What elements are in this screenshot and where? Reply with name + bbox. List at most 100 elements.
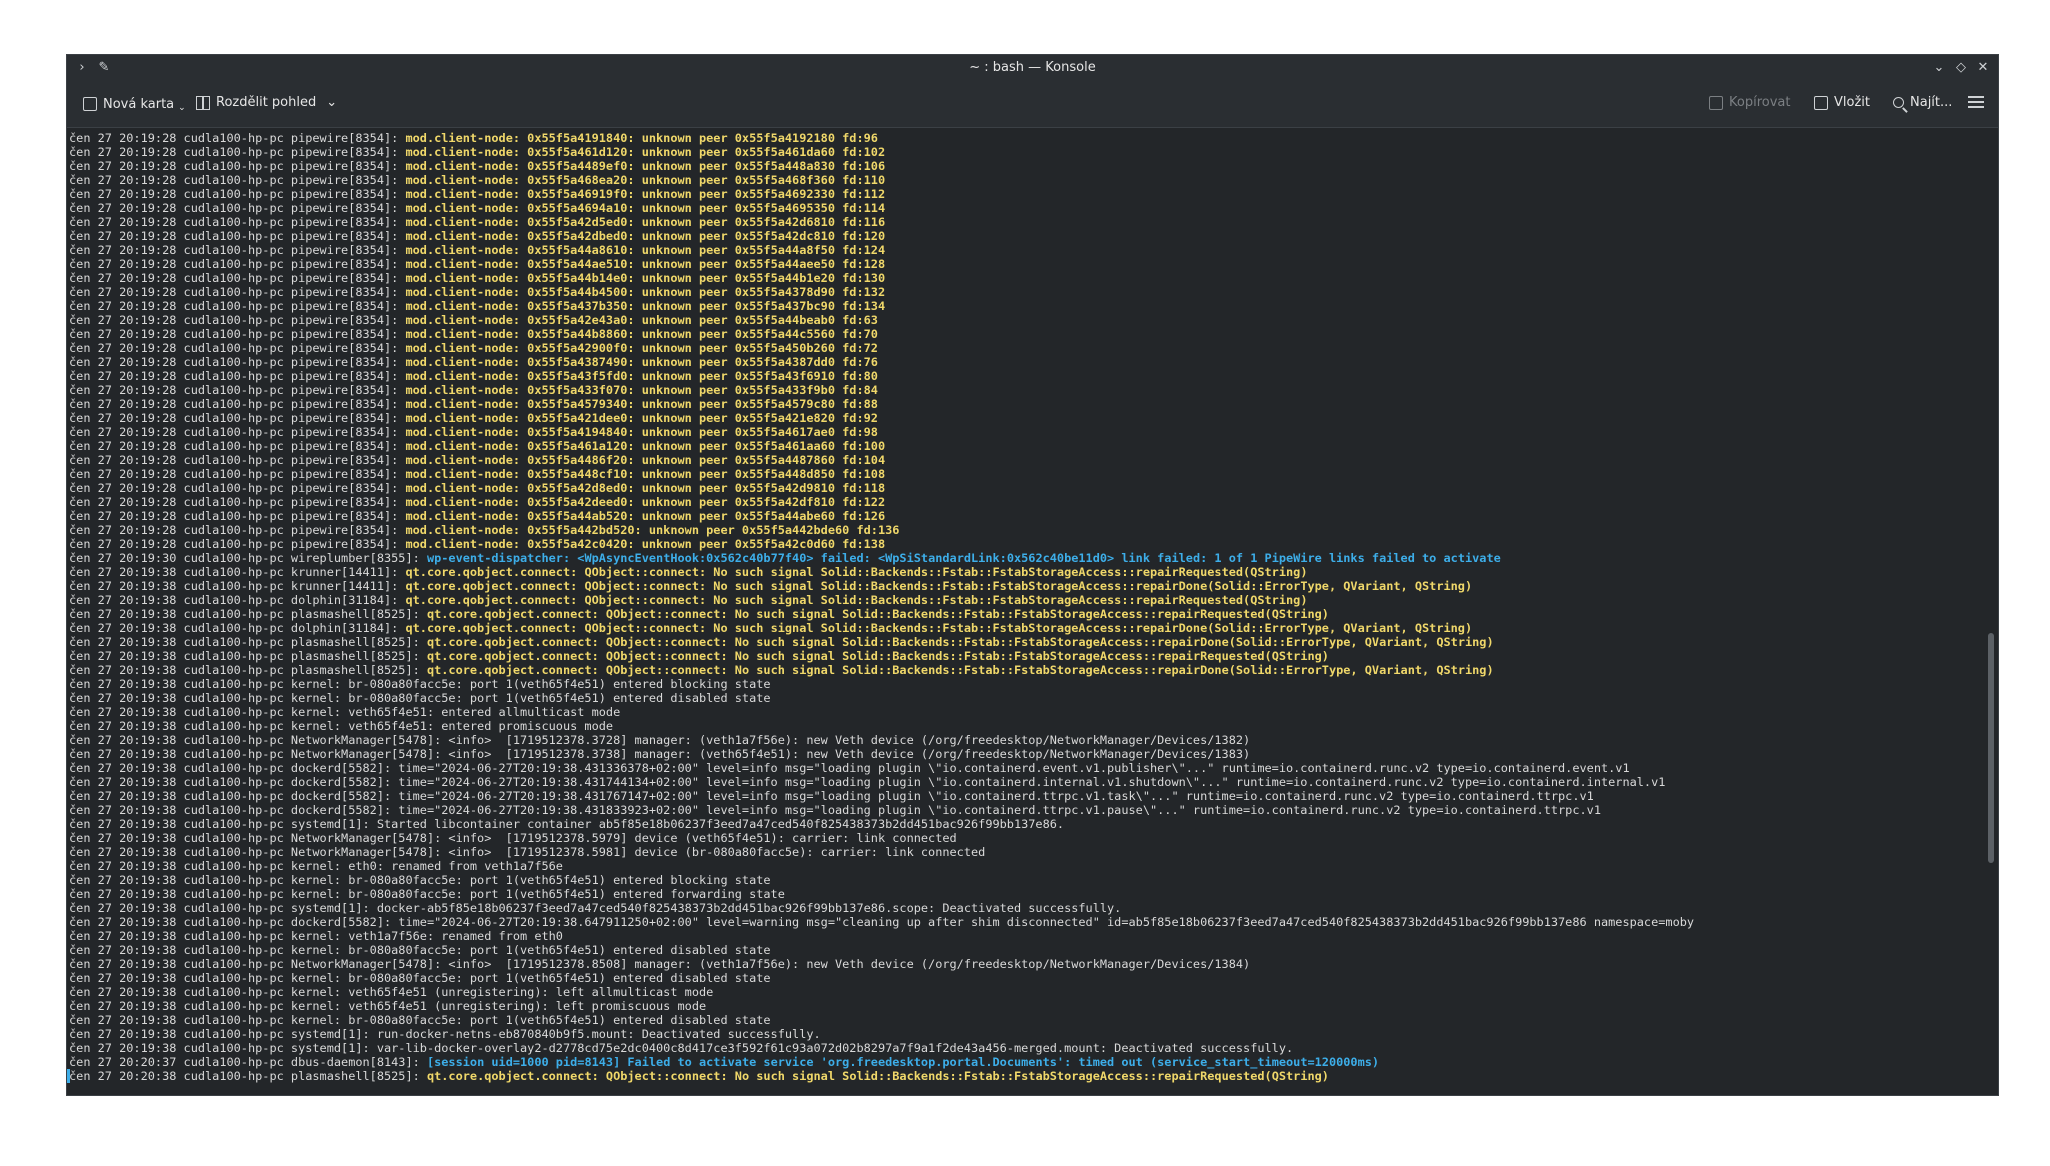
log-line-prefix: čen 27 20:19:28 cudla100-hp-pc pipewire[… [69,271,406,285]
log-line: čen 27 20:19:38 cudla100-hp-pc kernel: b… [69,943,1987,957]
log-line: čen 27 20:19:38 cudla100-hp-pc kernel: b… [69,691,1987,705]
log-line-prefix: čen 27 20:19:28 cudla100-hp-pc pipewire[… [69,439,406,453]
log-line-prefix: čen 27 20:19:28 cudla100-hp-pc pipewire[… [69,173,406,187]
chevron-down-icon: ⌄ [326,95,338,110]
log-line-highlight: mod.client-node: 0x55f5a4387490: unknown… [405,355,878,369]
log-line: čen 27 20:20:37 cudla100-hp-pc dbus-daem… [69,1055,1987,1069]
copy-button[interactable]: Kopírovat [1709,95,1790,110]
scrollbar[interactable] [1986,128,1996,1095]
terminal-cursor [67,1069,70,1083]
paste-label: Vložit [1834,95,1870,110]
log-line-prefix: čen 27 20:19:28 cudla100-hp-pc pipewire[… [69,229,406,243]
log-line: čen 27 20:19:28 cudla100-hp-pc pipewire[… [69,369,1987,383]
log-line-highlight: mod.client-node: 0x55f5a4194840: unknown… [405,425,878,439]
log-line-highlight: mod.client-node: 0x55f5a42dbed0: unknown… [405,229,886,243]
log-line-highlight: mod.client-node: 0x55f5a43f5fd0: unknown… [405,369,878,383]
log-line: čen 27 20:19:38 cudla100-hp-pc kernel: e… [69,859,1987,873]
log-line: čen 27 20:19:38 cudla100-hp-pc dockerd[5… [69,915,1987,929]
window-title: ~ : bash — Konsole [969,60,1096,75]
log-line: čen 27 20:19:38 cudla100-hp-pc plasmashe… [69,663,1987,677]
log-line-prefix: čen 27 20:19:38 cudla100-hp-pc dockerd[5… [69,775,1666,789]
log-line: čen 27 20:19:28 cudla100-hp-pc pipewire[… [69,495,1987,509]
log-line-highlight: mod.client-node: 0x55f5a4694a10: unknown… [405,201,886,215]
log-line: čen 27 20:19:28 cudla100-hp-pc pipewire[… [69,467,1987,481]
log-line-prefix: čen 27 20:19:38 cudla100-hp-pc kernel: b… [69,1013,771,1027]
new-tab-button[interactable]: Nová karta ⌄ [83,95,186,113]
log-line-prefix: čen 27 20:19:38 cudla100-hp-pc dolphin[3… [69,593,406,607]
log-line: čen 27 20:19:38 cudla100-hp-pc kernel: v… [69,719,1987,733]
log-line: čen 27 20:19:28 cudla100-hp-pc pipewire[… [69,201,1987,215]
log-line-prefix: čen 27 20:19:38 cudla100-hp-pc dockerd[5… [69,803,1601,817]
log-line: čen 27 20:19:38 cudla100-hp-pc kernel: v… [69,985,1987,999]
log-line-prefix: čen 27 20:19:38 cudla100-hp-pc plasmashe… [69,663,427,677]
log-line-highlight: mod.client-node: 0x55f5a42900f0: unknown… [405,341,878,355]
log-line-prefix: čen 27 20:19:28 cudla100-hp-pc pipewire[… [69,131,406,145]
log-line: čen 27 20:19:28 cudla100-hp-pc pipewire[… [69,439,1987,453]
log-line-prefix: čen 27 20:19:28 cudla100-hp-pc pipewire[… [69,383,406,397]
log-line-highlight: qt.core.qobject.connect: QObject::connec… [405,621,1473,635]
split-view-button[interactable]: Rozdělit pohled ⌄ [196,95,337,110]
log-line: čen 27 20:19:28 cudla100-hp-pc pipewire[… [69,173,1987,187]
log-line-prefix: čen 27 20:19:28 cudla100-hp-pc pipewire[… [69,467,406,481]
log-line: čen 27 20:19:38 cudla100-hp-pc plasmashe… [69,649,1987,663]
log-line-highlight: mod.client-node: 0x55f5a42e43a0: unknown… [405,313,878,327]
log-line-prefix: čen 27 20:19:38 cudla100-hp-pc plasmashe… [69,649,427,663]
log-line: čen 27 20:19:38 cudla100-hp-pc kernel: b… [69,887,1987,901]
log-line: čen 27 20:19:38 cudla100-hp-pc NetworkMa… [69,957,1987,971]
log-line-prefix: čen 27 20:19:28 cudla100-hp-pc pipewire[… [69,481,406,495]
minimize-icon[interactable]: ⌄ [1930,59,1948,77]
log-line: čen 27 20:19:38 cudla100-hp-pc kernel: v… [69,999,1987,1013]
log-line-prefix: čen 27 20:19:38 cudla100-hp-pc plasmashe… [69,635,427,649]
log-line-highlight: mod.client-node: 0x55f5a42deed0: unknown… [405,495,886,509]
log-line-prefix: čen 27 20:19:28 cudla100-hp-pc pipewire[… [69,327,406,341]
log-line-prefix: čen 27 20:19:28 cudla100-hp-pc pipewire[… [69,523,406,537]
log-line: čen 27 20:19:38 cudla100-hp-pc plasmashe… [69,635,1987,649]
log-line-highlight: mod.client-node: 0x55f5a44ab520: unknown… [405,509,886,523]
log-line: čen 27 20:19:28 cudla100-hp-pc pipewire[… [69,285,1987,299]
hamburger-menu-icon[interactable] [1968,96,1984,108]
paste-button[interactable]: Vložit [1814,95,1870,110]
log-line: čen 27 20:19:38 cudla100-hp-pc dockerd[5… [69,789,1987,803]
log-line-highlight: mod.client-node: 0x55f5a44b4500: unknown… [405,285,886,299]
log-line: čen 27 20:19:28 cudla100-hp-pc pipewire[… [69,411,1987,425]
log-line: čen 27 20:19:28 cudla100-hp-pc pipewire[… [69,481,1987,495]
terminal-output[interactable]: čen 27 20:19:28 cudla100-hp-pc pipewire[… [67,128,1987,1095]
log-line-highlight: qt.core.qobject.connect: QObject::connec… [426,607,1329,621]
log-line-prefix: čen 27 20:19:28 cudla100-hp-pc pipewire[… [69,397,406,411]
log-line-prefix: čen 27 20:19:28 cudla100-hp-pc pipewire[… [69,243,406,257]
close-icon[interactable]: ✕ [1974,59,1992,77]
find-button[interactable]: Najít... [1893,95,1952,110]
log-line-prefix: čen 27 20:19:38 cudla100-hp-pc kernel: b… [69,943,771,957]
log-line-prefix: čen 27 20:19:38 cudla100-hp-pc kernel: b… [69,971,771,985]
log-line-prefix: čen 27 20:19:38 cudla100-hp-pc plasmashe… [69,607,427,621]
split-view-label: Rozdělit pohled [216,95,317,110]
log-line-highlight: mod.client-node: 0x55f5a437b350: unknown… [405,299,886,313]
log-line: čen 27 20:19:38 cudla100-hp-pc systemd[1… [69,817,1987,831]
log-line-highlight: mod.client-node: 0x55f5a4191840: unknown… [405,131,878,145]
log-line-highlight: mod.client-node: 0x55f5a46919f0: unknown… [405,187,886,201]
chevron-down-icon: ⌄ [178,103,186,113]
log-line-prefix: čen 27 20:19:38 cudla100-hp-pc systemd[1… [69,1027,821,1041]
log-line-prefix: čen 27 20:19:38 cudla100-hp-pc kernel: v… [69,999,707,1013]
log-line-prefix: čen 27 20:19:38 cudla100-hp-pc systemd[1… [69,1041,1294,1055]
log-line-prefix: čen 27 20:19:38 cudla100-hp-pc krunner[1… [69,565,406,579]
log-line-highlight: mod.client-node: 0x55f5a4489ef0: unknown… [405,159,886,173]
log-line-highlight: mod.client-node: 0x55f5a461d120: unknown… [405,145,886,159]
log-line-prefix: čen 27 20:19:38 cudla100-hp-pc kernel: v… [69,985,714,999]
log-line: čen 27 20:19:38 cudla100-hp-pc NetworkMa… [69,831,1987,845]
log-line-prefix: čen 27 20:19:30 cudla100-hp-pc wireplumb… [69,551,427,565]
log-line-prefix: čen 27 20:19:28 cudla100-hp-pc pipewire[… [69,145,406,159]
log-line-prefix: čen 27 20:19:38 cudla100-hp-pc kernel: e… [69,859,563,873]
log-line-highlight: wp-event-dispatcher: <WpAsyncEventHook:0… [426,551,1501,565]
log-line-highlight: qt.core.qobject.connect: QObject::connec… [405,593,1308,607]
log-line-prefix: čen 27 20:19:38 cudla100-hp-pc NetworkMa… [69,831,957,845]
log-line: čen 27 20:19:38 cudla100-hp-pc NetworkMa… [69,747,1987,761]
log-line-prefix: čen 27 20:19:38 cudla100-hp-pc kernel: b… [69,691,771,705]
log-line-prefix: čen 27 20:19:28 cudla100-hp-pc pipewire[… [69,187,406,201]
maximize-icon[interactable]: ◇ [1952,59,1970,77]
log-line: čen 27 20:19:38 cudla100-hp-pc kernel: v… [69,705,1987,719]
scrollbar-thumb[interactable] [1988,633,1994,863]
konsole-window: › ✎ ~ : bash — Konsole ⌄ ◇ ✕ Nová karta … [66,54,1999,1096]
log-line-prefix: čen 27 20:19:28 cudla100-hp-pc pipewire[… [69,411,406,425]
log-line-prefix: čen 27 20:19:28 cudla100-hp-pc pipewire[… [69,509,406,523]
